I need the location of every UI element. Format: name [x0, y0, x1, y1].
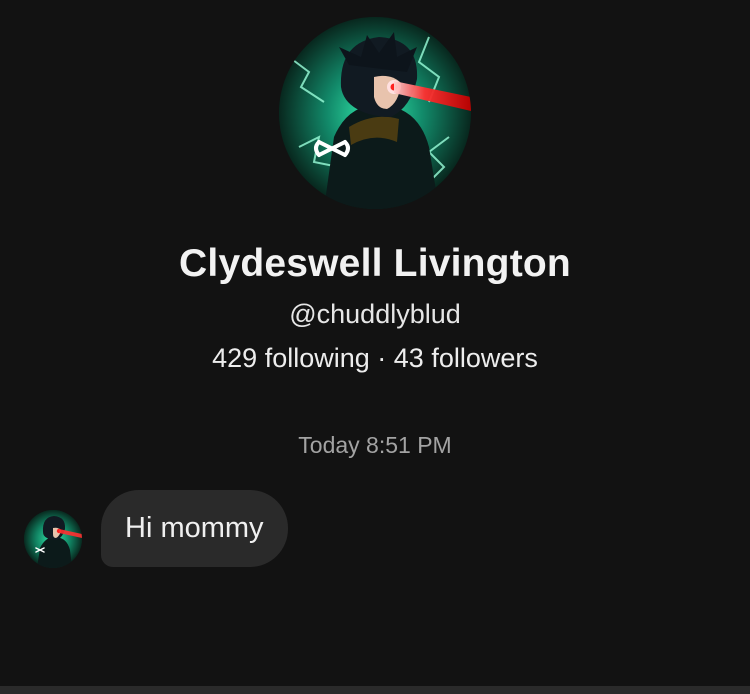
message-sender-avatar[interactable] [24, 510, 82, 568]
profile-avatar[interactable] [279, 17, 471, 209]
followers-count[interactable]: 43 [394, 343, 424, 373]
stats-separator: · [377, 343, 387, 373]
profile-stats: 429 following · 43 followers [0, 343, 750, 374]
profile-username: @chuddlyblud [289, 299, 461, 329]
anime-avatar-icon [279, 17, 471, 209]
followers-label[interactable]: followers [431, 343, 538, 373]
following-label[interactable]: following [265, 343, 370, 373]
anime-avatar-icon [24, 510, 82, 568]
composer-bar-edge [0, 686, 750, 694]
message-bubble[interactable]: Hi mommy [101, 490, 288, 567]
message-text: Hi mommy [125, 512, 264, 544]
chat-profile-screen: Clydeswell Livington @chuddlyblud 429 fo… [0, 0, 750, 694]
message-timestamp: Today 8:51 PM [298, 432, 452, 458]
following-count[interactable]: 429 [212, 343, 257, 373]
profile-display-name: Clydeswell Livington [179, 242, 571, 285]
